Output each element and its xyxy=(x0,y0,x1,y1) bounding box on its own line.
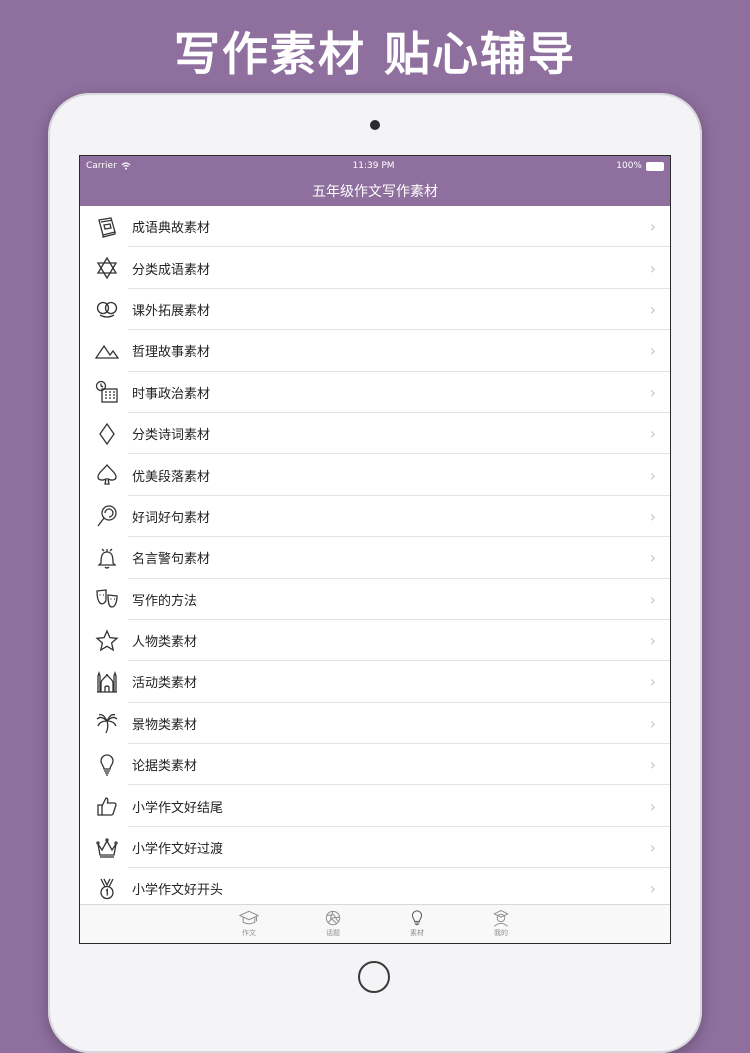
graduation-cap-icon xyxy=(239,910,259,925)
list-item-label: 优美段落素材 xyxy=(132,469,211,485)
list-item-label: 哲理故事素材 xyxy=(132,345,211,361)
list-item-label: 分类诗词素材 xyxy=(132,428,211,444)
list-item[interactable]: 分类诗词素材 › xyxy=(80,413,670,455)
tab-bar: 作文 话题 素材 我的 xyxy=(80,904,670,943)
carrier-label: Carrier xyxy=(86,161,117,171)
list-item-label: 课外拓展素材 xyxy=(132,303,211,319)
chevron-right-icon: › xyxy=(649,382,656,402)
palm-tree-icon xyxy=(94,710,120,736)
mountains-icon xyxy=(94,338,120,364)
page-title: 五年级作文写作素材 xyxy=(312,184,438,200)
chevron-right-icon: › xyxy=(649,879,656,899)
chevron-right-icon: › xyxy=(649,258,656,278)
battery-percent: 100% xyxy=(616,161,642,171)
list-item-label: 小学作文好过渡 xyxy=(132,842,224,858)
chevron-right-icon: › xyxy=(649,589,656,609)
promo-banner-title: 写作素材 贴心辅导 xyxy=(173,27,576,81)
list-item[interactable]: 小学作文好过渡 › xyxy=(80,827,670,869)
tab-label: 素材 xyxy=(410,929,424,937)
list-item-label: 名言警句素材 xyxy=(132,552,211,568)
pretzel-icon xyxy=(94,296,120,322)
wifi-icon xyxy=(121,162,131,170)
list-item-label: 写作的方法 xyxy=(132,593,198,609)
list-item-label: 小学作文好开头 xyxy=(132,883,224,899)
list-item-label: 分类成语素材 xyxy=(132,262,211,278)
bell-icon xyxy=(94,545,120,571)
lollipop-icon xyxy=(94,503,120,529)
student-avatar-icon xyxy=(493,909,509,927)
camera-icon xyxy=(370,120,380,130)
list-item[interactable]: 哲理故事素材 › xyxy=(80,330,670,372)
chevron-right-icon: › xyxy=(649,506,656,526)
chevron-right-icon: › xyxy=(649,424,656,444)
list-item-label: 时事政治素材 xyxy=(132,386,211,402)
list-item[interactable]: 分类成语素材 › xyxy=(80,247,670,290)
chevron-right-icon: › xyxy=(649,838,656,858)
tab-label: 话题 xyxy=(326,929,340,937)
status-time: 11:39 PM xyxy=(352,161,395,171)
tab-zuowen[interactable]: 作文 xyxy=(233,905,265,943)
lightbulb-icon xyxy=(94,752,120,778)
list-item-label: 小学作文好结尾 xyxy=(132,800,224,816)
status-bar: Carrier 11:39 PM 100% xyxy=(80,156,670,176)
chevron-right-icon: › xyxy=(649,713,656,733)
tab-huati[interactable]: 话题 xyxy=(317,905,349,943)
material-list: 成语典故素材 › 分类成语素材 › 课外拓展素材 › 哲理故事素材 › 时事政治… xyxy=(80,206,670,911)
crown-icon xyxy=(94,835,120,861)
list-item[interactable]: 成语典故素材 › xyxy=(80,206,670,248)
list-item-label: 成语典故素材 xyxy=(132,221,211,237)
lightbulb-icon xyxy=(411,910,423,926)
star-icon xyxy=(94,628,120,654)
list-item[interactable]: 论据类素材 › xyxy=(80,744,670,786)
home-button[interactable] xyxy=(358,961,390,993)
tab-label: 我的 xyxy=(494,929,508,937)
chevron-right-icon: › xyxy=(649,299,656,319)
list-item[interactable]: 课外拓展素材 › xyxy=(80,289,670,331)
list-item[interactable]: 人物类素材 › xyxy=(80,620,670,662)
mosque-icon xyxy=(94,669,120,695)
nav-bar: 五年级作文写作素材 xyxy=(80,176,670,206)
list-item[interactable]: 写作的方法 › xyxy=(80,579,670,621)
book-icon xyxy=(94,214,120,240)
app-screen: Carrier 11:39 PM 100% 五年级作文写作素材 成语典故素材 › xyxy=(79,155,671,944)
chevron-right-icon: › xyxy=(649,217,656,237)
theater-masks-icon xyxy=(94,586,120,612)
list-item-label: 论据类素材 xyxy=(132,759,198,775)
list-item[interactable]: 优美段落素材 › xyxy=(80,454,670,497)
tab-wode[interactable]: 我的 xyxy=(485,905,517,943)
list-item-label: 活动类素材 xyxy=(132,676,198,692)
chevron-right-icon: › xyxy=(649,672,656,692)
chevron-right-icon: › xyxy=(649,796,656,816)
chevron-right-icon: › xyxy=(649,548,656,568)
thumbs-up-icon xyxy=(94,793,120,819)
tab-sucai[interactable]: 素材 xyxy=(401,905,433,943)
battery-icon xyxy=(645,161,664,171)
tab-label: 作文 xyxy=(242,929,256,937)
star-of-david-icon xyxy=(94,255,120,281)
chevron-right-icon: › xyxy=(649,631,656,651)
diamond-icon xyxy=(94,421,120,447)
spade-icon xyxy=(94,462,120,488)
medal-icon xyxy=(94,876,120,902)
calendar-clock-icon xyxy=(94,379,120,405)
list-item-label: 景物类素材 xyxy=(132,717,198,733)
list-item[interactable]: 活动类素材 › xyxy=(80,661,670,704)
list-item[interactable]: 名言警句素材 › xyxy=(80,537,670,579)
chevron-right-icon: › xyxy=(649,465,656,485)
list-item[interactable]: 景物类素材 › xyxy=(80,703,670,745)
chevron-right-icon: › xyxy=(649,755,656,775)
list-item-label: 好词好句素材 xyxy=(132,510,211,526)
list-item-label: 人物类素材 xyxy=(132,635,198,651)
list-item[interactable]: 小学作文好结尾 › xyxy=(80,785,670,828)
aperture-icon xyxy=(325,910,341,926)
list-item[interactable]: 好词好句素材 › xyxy=(80,496,670,538)
list-item[interactable]: 时事政治素材 › xyxy=(80,372,670,414)
chevron-right-icon: › xyxy=(649,341,656,361)
